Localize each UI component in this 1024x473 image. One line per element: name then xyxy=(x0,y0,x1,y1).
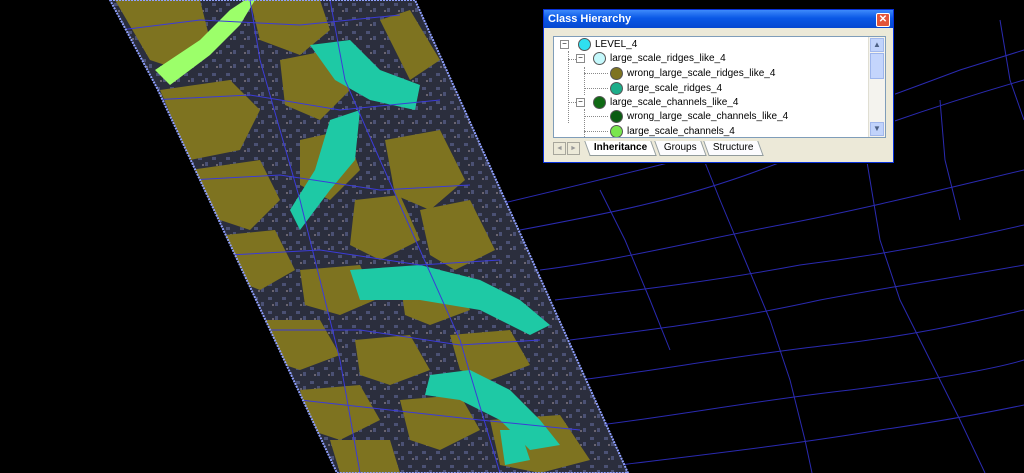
tree-node-large-scale-ridges-like-4[interactable]: − large_scale_ridges_like_4 xyxy=(554,51,854,66)
window-title: Class Hierarchy xyxy=(548,13,632,25)
window-titlebar[interactable]: Class Hierarchy ✕ xyxy=(544,10,893,28)
node-label: large_scale_channels_4 xyxy=(627,126,735,137)
class-tree-panel[interactable]: − LEVEL_4 − large_scale_ridges_like_4 wr… xyxy=(553,36,886,138)
class-color-icon xyxy=(610,67,623,80)
close-icon[interactable]: ✕ xyxy=(876,13,890,27)
tree-node-wrong-large-scale-channels-like-4[interactable]: wrong_large_scale_channels_like_4 xyxy=(554,109,854,124)
tab-groups[interactable]: Groups xyxy=(654,141,707,156)
class-tree[interactable]: − LEVEL_4 − large_scale_ridges_like_4 wr… xyxy=(554,37,869,137)
tree-node-level-4[interactable]: − LEVEL_4 xyxy=(554,37,854,52)
tab-label: Groups xyxy=(663,142,697,153)
tree-node-large-scale-channels-like-4[interactable]: − large_scale_channels_like_4 xyxy=(554,95,854,110)
node-label: large_scale_channels_like_4 xyxy=(610,97,739,108)
view-tabstrip: ◄ ► Inheritance Groups Structure xyxy=(553,141,886,157)
class-color-icon xyxy=(610,125,623,137)
node-label: LEVEL_4 xyxy=(595,39,638,50)
scroll-thumb[interactable] xyxy=(870,53,884,79)
class-color-icon xyxy=(578,38,591,51)
scroll-down-icon[interactable]: ▼ xyxy=(870,122,884,136)
tree-node-wrong-large-scale-ridges-like-4[interactable]: wrong_large_scale_ridges_like_4 xyxy=(554,66,854,81)
collapse-icon[interactable]: − xyxy=(576,54,585,63)
collapse-icon[interactable]: − xyxy=(560,40,569,49)
tree-node-large-scale-channels-4[interactable]: large_scale_channels_4 xyxy=(554,124,854,137)
scroll-up-icon[interactable]: ▲ xyxy=(870,38,884,52)
tab-label: Inheritance xyxy=(593,142,648,153)
nav-left-icon[interactable]: ◄ xyxy=(553,142,566,155)
nav-right-icon[interactable]: ► xyxy=(567,142,580,155)
class-color-icon xyxy=(593,96,606,109)
collapse-icon[interactable]: − xyxy=(576,98,585,107)
node-label: large_scale_ridges_like_4 xyxy=(610,53,726,64)
tab-structure[interactable]: Structure xyxy=(703,141,764,156)
node-label: wrong_large_scale_ridges_like_4 xyxy=(627,68,776,79)
class-color-icon xyxy=(610,82,623,95)
tree-node-large-scale-ridges-4[interactable]: large_scale_ridges_4 xyxy=(554,81,854,96)
tree-vertical-scrollbar[interactable]: ▲ ▼ xyxy=(868,37,885,137)
tab-label: Structure xyxy=(712,142,754,153)
node-label: large_scale_ridges_4 xyxy=(627,83,723,94)
class-hierarchy-window[interactable]: Class Hierarchy ✕ − LEVEL_4 − large_scal… xyxy=(543,9,894,163)
class-color-icon xyxy=(610,110,623,123)
node-label: wrong_large_scale_channels_like_4 xyxy=(627,111,789,122)
tab-inheritance[interactable]: Inheritance xyxy=(584,141,658,156)
class-color-icon xyxy=(593,52,606,65)
